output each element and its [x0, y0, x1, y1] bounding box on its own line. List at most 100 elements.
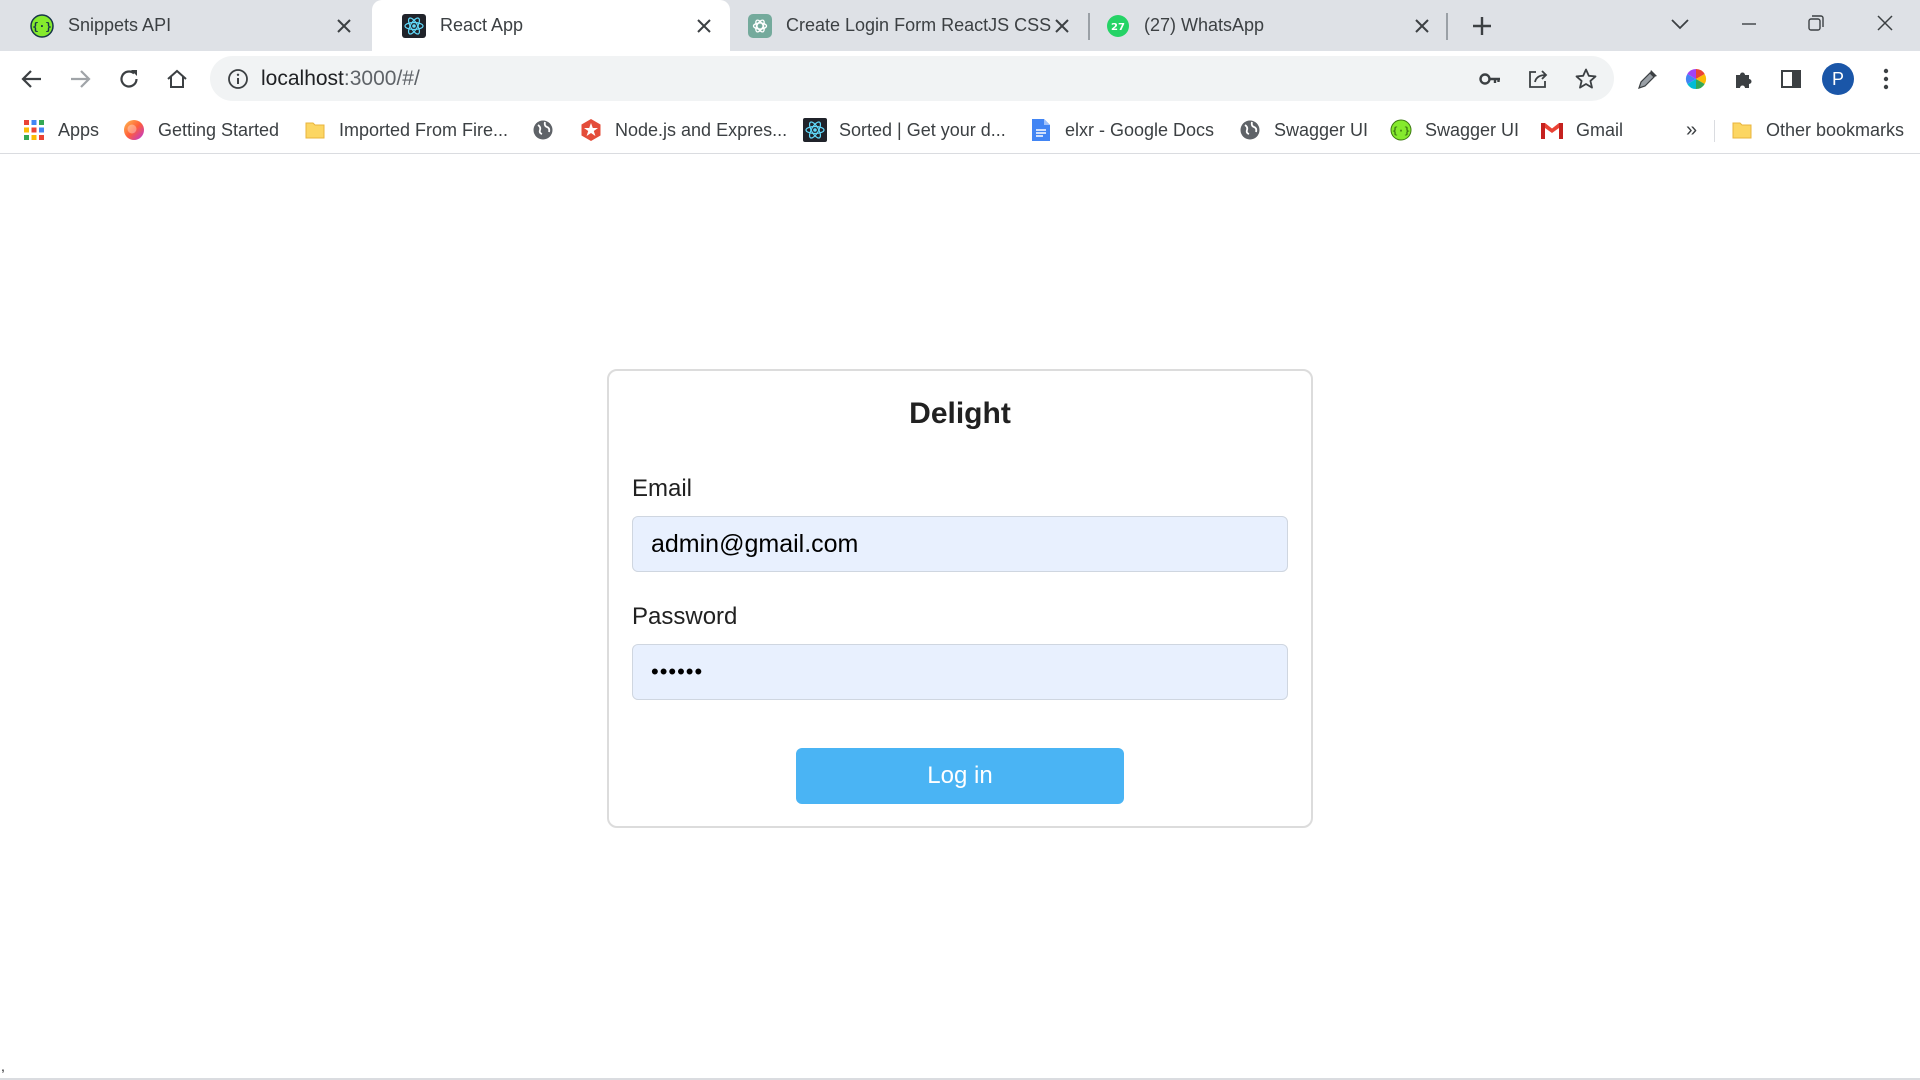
- tab-create-login-form[interactable]: Create Login Form ReactJS CSS: [730, 0, 1088, 51]
- address-bar[interactable]: localhost:3000/#/: [210, 56, 1614, 101]
- home-icon: [167, 69, 187, 88]
- close-tab-icon[interactable]: [332, 14, 356, 38]
- bookmark-nodejs-express[interactable]: Node.js and Expres...: [579, 106, 787, 154]
- tab-strip: {·} Snippets API React App Create Login …: [0, 0, 1920, 51]
- bookmark-label: Swagger UI: [1425, 119, 1520, 140]
- side-panel-icon: [1781, 70, 1801, 88]
- close-window-button[interactable]: [1868, 6, 1902, 40]
- extensions-button[interactable]: [1728, 63, 1760, 95]
- puzzle-icon: [1736, 72, 1752, 88]
- react-icon: [803, 118, 827, 142]
- bookmarks-bar: Apps Getting Started Imported From Fire.…: [0, 106, 1920, 154]
- bookmark-label: Node.js and Expres...: [615, 119, 788, 140]
- more-vertical-icon: [1883, 68, 1889, 90]
- bookmark-label: Getting Started: [158, 119, 280, 140]
- side-panel-button[interactable]: [1775, 63, 1807, 95]
- tab-whatsapp[interactable]: 27 (27) WhatsApp: [1090, 0, 1448, 51]
- bookmark-swagger-ui-1[interactable]: Swagger UI: [1238, 106, 1368, 154]
- bookmark-label: Imported From Fire...: [339, 119, 509, 140]
- svg-text:27: 27: [1111, 22, 1125, 33]
- arrow-left-icon: [21, 70, 41, 88]
- email-label: Email: [632, 475, 693, 502]
- minimize-icon: [1742, 23, 1756, 25]
- home-button[interactable]: [161, 63, 193, 95]
- plus-icon: [1473, 17, 1491, 35]
- login-button[interactable]: Log in: [796, 748, 1124, 804]
- url-host: localhost: [261, 67, 344, 90]
- bookmark-label: Gmail: [1576, 119, 1624, 140]
- url-text[interactable]: localhost:3000/#/: [261, 66, 420, 91]
- eyedropper-extension-button[interactable]: [1632, 63, 1664, 95]
- bookmark-imported-from-firefox[interactable]: Imported From Fire...: [303, 106, 508, 154]
- svg-text:{·}: {·}: [32, 20, 52, 33]
- login-title: Delight: [909, 397, 1011, 430]
- menu-button[interactable]: [1870, 63, 1902, 95]
- bookmark-label: Sorted | Get your d...: [839, 119, 1006, 140]
- google-docs-icon: [1029, 118, 1053, 142]
- folder-icon: [1730, 118, 1754, 142]
- eyedropper-icon: [1638, 70, 1657, 89]
- bookmark-elxr-google-docs[interactable]: elxr - Google Docs: [1029, 106, 1214, 154]
- info-icon[interactable]: [226, 67, 250, 91]
- apps-grid-icon: [22, 118, 46, 142]
- key-icon[interactable]: [1476, 65, 1504, 93]
- browser-toolbar: localhost:3000/#/ P: [0, 51, 1920, 106]
- minimize-button[interactable]: [1732, 6, 1766, 40]
- swagger-icon: {·}: [1389, 118, 1413, 142]
- tab-snippets-api[interactable]: {·} Snippets API: [0, 0, 370, 51]
- close-tab-icon[interactable]: [692, 14, 716, 38]
- share-icon[interactable]: [1524, 65, 1552, 93]
- bookmark-label: Apps: [58, 119, 100, 140]
- restore-button[interactable]: [1799, 6, 1833, 40]
- back-button[interactable]: [16, 63, 48, 95]
- bookmark-other-bookmarks[interactable]: Other bookmarks: [1730, 106, 1904, 154]
- close-tab-icon[interactable]: [1410, 14, 1434, 38]
- bookmark-label: Swagger UI: [1274, 119, 1369, 140]
- tab-separator: [1446, 13, 1448, 40]
- tab-title: (27) WhatsApp: [1144, 15, 1265, 35]
- bookmark-getting-started[interactable]: Getting Started: [122, 106, 279, 154]
- close-tab-icon[interactable]: [1050, 14, 1074, 38]
- react-icon: [402, 13, 426, 38]
- globe-icon: [531, 118, 555, 142]
- gmail-icon: [1540, 118, 1564, 142]
- tab-search-button[interactable]: [1664, 10, 1696, 38]
- swagger-icon: {·}: [30, 13, 54, 38]
- new-tab-button[interactable]: [1466, 10, 1498, 42]
- bookmark-apps[interactable]: Apps: [22, 106, 99, 154]
- email-field[interactable]: [632, 516, 1288, 572]
- chevron-down-icon: [1671, 19, 1689, 30]
- svg-text:{·}: {·}: [1392, 126, 1410, 137]
- color-picker-extension-button[interactable]: [1680, 63, 1712, 95]
- bookmark-sorted[interactable]: Sorted | Get your d...: [803, 106, 1006, 154]
- folder-icon: [303, 118, 327, 142]
- profile-button[interactable]: P: [1822, 63, 1854, 95]
- corner-mark: ,: [1, 1058, 5, 1074]
- tab-title: Create Login Form ReactJS CSS: [786, 15, 1052, 35]
- bookmark-separator: [1714, 120, 1715, 142]
- bookmark-swagger-ui-2[interactable]: {·} Swagger UI: [1389, 106, 1519, 154]
- close-icon: [1877, 15, 1893, 31]
- reload-icon: [120, 70, 138, 88]
- firefox-icon: [122, 118, 146, 142]
- bookmarks-overflow-button[interactable]: »: [1686, 106, 1697, 154]
- forward-button[interactable]: [64, 63, 96, 95]
- password-field[interactable]: [632, 644, 1288, 700]
- arrow-right-icon: [71, 70, 91, 88]
- star-icon[interactable]: [1572, 65, 1600, 93]
- bookmark-globe[interactable]: [531, 106, 567, 154]
- bookmark-label: elxr - Google Docs: [1065, 119, 1215, 140]
- restore-icon: [1808, 15, 1824, 31]
- reload-button[interactable]: [113, 63, 145, 95]
- chevron-double-right-icon: »: [1686, 118, 1698, 141]
- globe-icon: [1238, 118, 1262, 142]
- url-path: :3000/#/: [343, 67, 420, 90]
- password-label: Password: [632, 603, 738, 630]
- avatar: P: [1822, 63, 1854, 95]
- bookmark-gmail[interactable]: Gmail: [1540, 106, 1623, 154]
- tab-title: React App: [440, 15, 524, 35]
- node-icon: [579, 118, 603, 142]
- tab-title: Snippets API: [68, 15, 172, 35]
- tab-react-app[interactable]: React App: [372, 0, 730, 51]
- chatgpt-icon: [748, 13, 772, 38]
